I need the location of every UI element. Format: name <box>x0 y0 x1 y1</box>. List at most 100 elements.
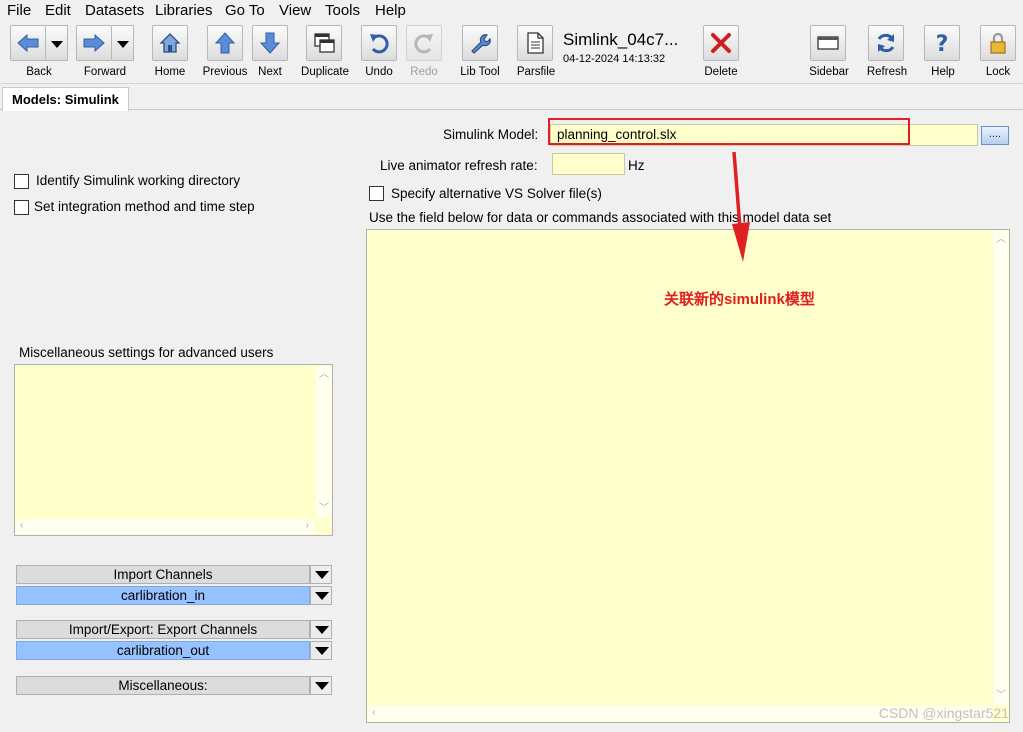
misc-settings-textarea[interactable]: ︿ ﹀ ‹ › <box>14 364 333 536</box>
menu-file[interactable]: File <box>7 2 31 20</box>
refresh-icon <box>877 33 895 53</box>
scroll-right-icon[interactable]: › <box>306 521 309 531</box>
toolbar: Back Forward Home Previous Next Duplicat… <box>0 22 1023 84</box>
scroll-down-icon[interactable]: ﹀ <box>996 691 1006 701</box>
commands-label: Use the field below for data or commands… <box>369 210 832 225</box>
integration-checkbox[interactable] <box>14 200 29 215</box>
arrow-left-icon <box>17 33 39 53</box>
browse-button[interactable]: .... <box>981 126 1009 145</box>
question-mark-icon: ? <box>936 32 949 55</box>
refresh-label: Refresh <box>866 66 908 78</box>
lock-button[interactable] <box>980 25 1016 61</box>
alt-solver-checkbox[interactable] <box>369 186 384 201</box>
back-label: Back <box>26 66 52 78</box>
home-icon <box>159 33 181 53</box>
lib-tool-label: Lib Tool <box>460 66 500 78</box>
arrow-down-icon <box>259 32 281 54</box>
redo-button[interactable] <box>406 25 442 61</box>
undo-icon <box>370 34 389 54</box>
delete-button[interactable] <box>703 25 739 61</box>
help-label: Help <box>931 66 955 78</box>
menu-help[interactable]: Help <box>375 2 406 20</box>
import-channels-header-dropdown[interactable] <box>310 565 332 584</box>
identify-dir-label: Identify Simulink working directory <box>36 173 241 188</box>
sidebar-label: Sidebar <box>809 66 849 78</box>
miscellaneous-dropdown[interactable] <box>310 676 332 695</box>
svg-text:?: ? <box>936 32 949 55</box>
previous-button[interactable] <box>207 25 243 61</box>
undo-label: Undo <box>365 66 393 78</box>
dataset-title: Simlink_04c7... <box>563 30 679 49</box>
misc-settings-label: Miscellaneous settings for advanced user… <box>19 345 274 360</box>
export-channels-select[interactable]: carlibration_out <box>16 641 310 660</box>
annotation-text: 关联新的simulink模型 <box>664 291 815 308</box>
help-button[interactable]: ? <box>924 25 960 61</box>
next-button[interactable] <box>252 25 288 61</box>
tab-models-simulink[interactable]: Models: Simulink <box>2 87 129 111</box>
previous-label: Previous <box>202 66 248 78</box>
back-dropdown[interactable] <box>46 25 68 61</box>
menu-datasets[interactable]: Datasets <box>85 2 144 20</box>
watermark: CSDN @xingstar521 <box>878 705 1009 721</box>
parsfile-label: Parsfile <box>516 66 556 78</box>
refresh-rate-unit: Hz <box>628 158 645 173</box>
document-icon <box>527 32 544 54</box>
forward-button[interactable] <box>76 25 112 61</box>
tab-strip <box>0 84 1023 110</box>
scroll-up-icon[interactable]: ︿ <box>319 370 329 380</box>
duplicate-button[interactable] <box>306 25 342 61</box>
arrow-up-icon <box>214 32 236 54</box>
sidebar-button[interactable] <box>810 25 846 61</box>
import-channels-dropdown[interactable] <box>310 586 332 605</box>
refresh-rate-label: Live animator refresh rate: <box>380 158 538 173</box>
menu-go-to[interactable]: Go To <box>225 2 265 20</box>
lib-tool-button[interactable] <box>462 25 498 61</box>
misc-vertical-scrollbar[interactable]: ︿ ﹀ <box>316 366 331 518</box>
menu-view[interactable]: View <box>279 2 311 20</box>
dataset-timestamp: 04-12-2024 14:13:32 <box>563 53 666 65</box>
delete-x-icon <box>711 33 731 53</box>
scroll-down-icon[interactable]: ﹀ <box>319 504 329 514</box>
identify-dir-checkbox[interactable] <box>14 174 29 189</box>
forward-dropdown[interactable] <box>112 25 134 61</box>
refresh-button[interactable] <box>868 25 904 61</box>
misc-horizontal-scrollbar[interactable]: ‹ › <box>16 519 315 534</box>
scroll-up-icon[interactable]: ︿ <box>996 235 1006 245</box>
export-channels-dropdown[interactable] <box>310 641 332 660</box>
home-label: Home <box>154 66 186 78</box>
duplicate-icon <box>314 33 335 53</box>
integration-label: Set integration method and time step <box>34 199 255 214</box>
duplicate-label: Duplicate <box>301 66 349 78</box>
redo-icon <box>414 34 433 54</box>
sidebar-icon <box>817 36 839 50</box>
scroll-left-icon[interactable]: ‹ <box>20 521 23 531</box>
refresh-rate-field[interactable] <box>552 153 625 175</box>
arrow-right-icon <box>83 33 105 53</box>
home-button[interactable] <box>152 25 188 61</box>
menu-libraries[interactable]: Libraries <box>155 2 213 20</box>
forward-label: Forward <box>83 66 127 78</box>
miscellaneous-header: Miscellaneous: <box>16 676 310 695</box>
commands-vertical-scrollbar[interactable]: ︿ ﹀ <box>993 231 1008 705</box>
parsfile-button[interactable] <box>517 25 553 61</box>
import-channels-select[interactable]: carlibration_in <box>16 586 310 605</box>
back-button[interactable] <box>10 25 46 61</box>
annotation-highlight-box <box>548 118 910 145</box>
annotation-arrow-icon <box>732 151 750 262</box>
wrench-icon <box>471 34 491 54</box>
menu-bar: File Edit Datasets Libraries Go To View … <box>0 0 1023 22</box>
redo-label: Redo <box>410 66 438 78</box>
export-channels-header: Import/Export: Export Channels <box>16 620 310 639</box>
undo-button[interactable] <box>361 25 397 61</box>
delete-label: Delete <box>704 66 738 78</box>
alt-solver-label: Specify alternative VS Solver file(s) <box>391 186 602 201</box>
lock-label: Lock <box>985 66 1011 78</box>
menu-tools[interactable]: Tools <box>325 2 360 20</box>
export-channels-header-dropdown[interactable] <box>310 620 332 639</box>
lock-icon <box>990 32 1006 54</box>
import-channels-header: Import Channels <box>16 565 310 584</box>
next-label: Next <box>258 66 282 78</box>
simulink-model-label: Simulink Model: <box>443 127 539 142</box>
scroll-left-icon[interactable]: ‹ <box>372 708 375 718</box>
menu-edit[interactable]: Edit <box>45 2 71 20</box>
